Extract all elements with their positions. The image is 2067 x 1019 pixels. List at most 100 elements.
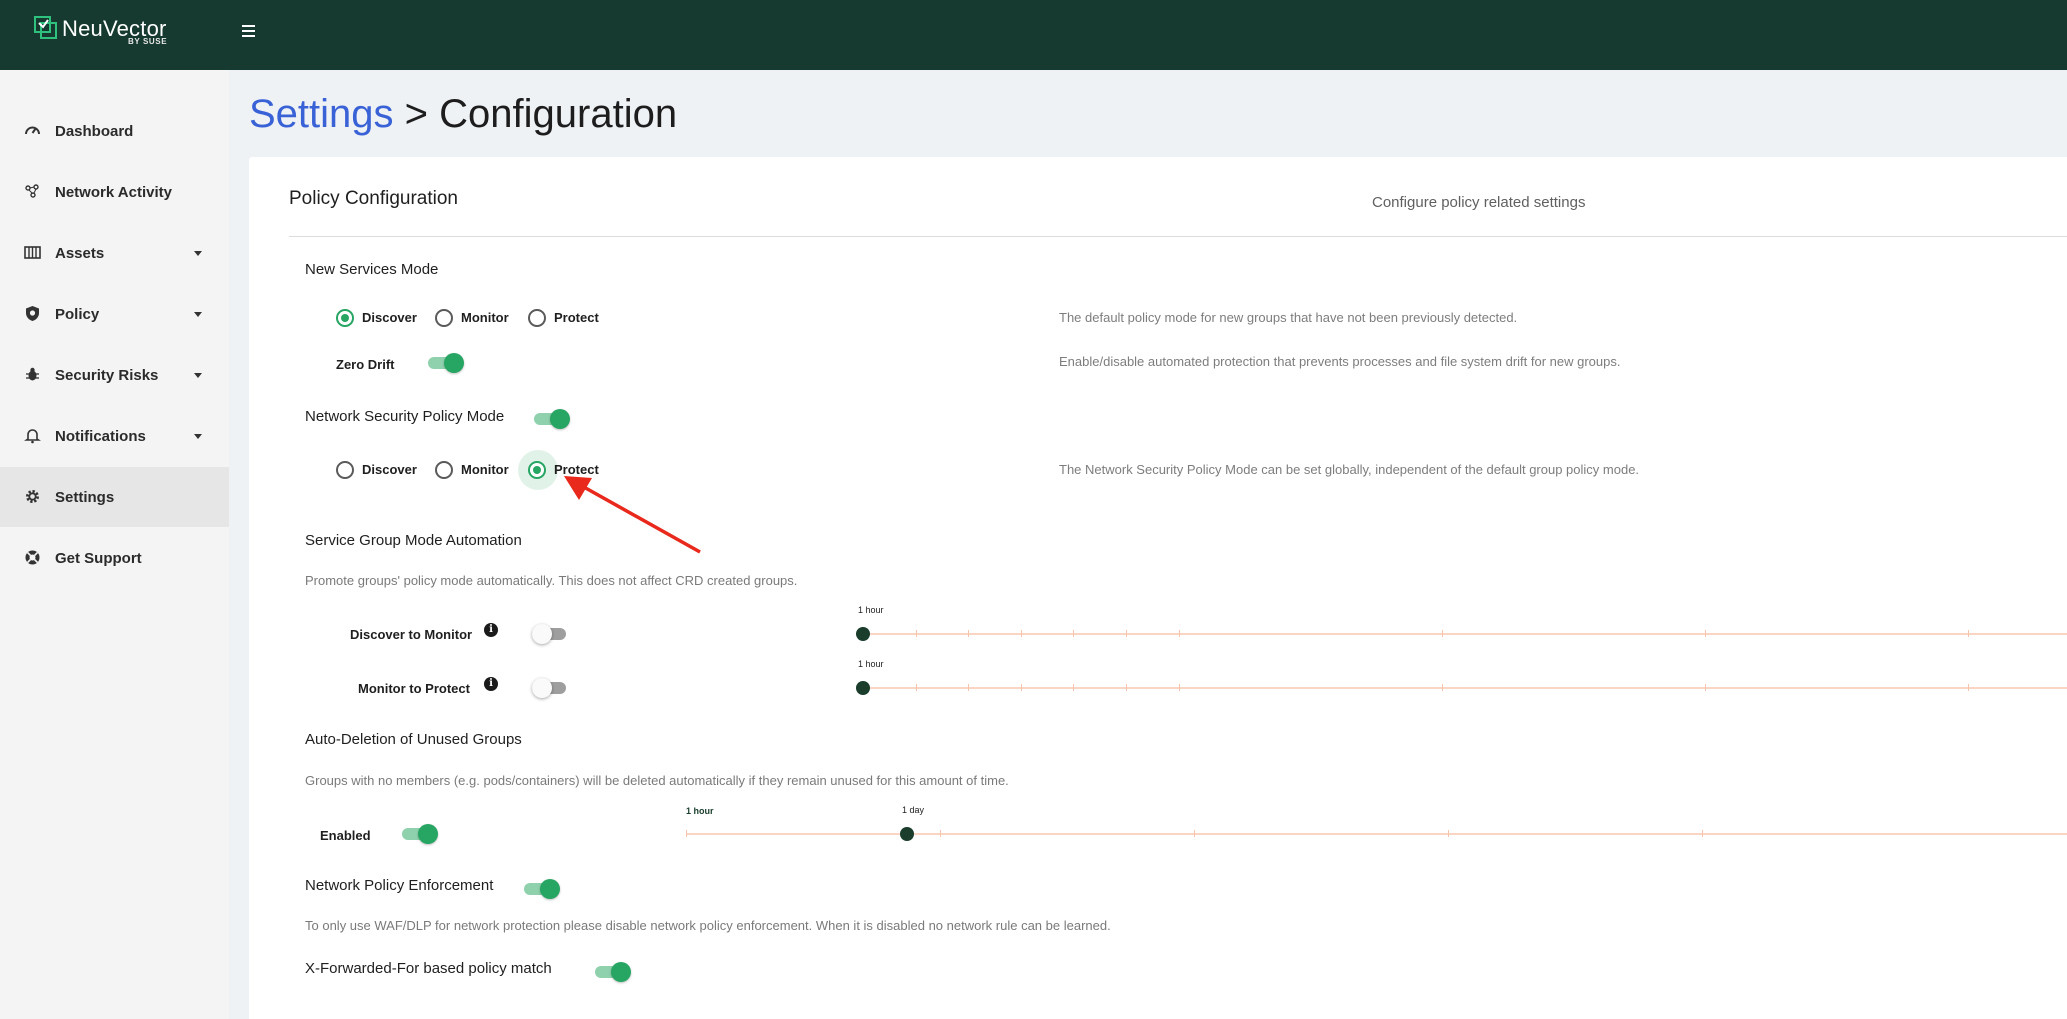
card-title: Policy Configuration xyxy=(289,188,458,209)
slider-tick xyxy=(1448,830,1449,837)
sidebar-item-label: Dashboard xyxy=(55,123,134,140)
auto-deletion-slider[interactable]: 1 hour 1 day xyxy=(686,805,2067,846)
chevron-down-icon xyxy=(194,373,202,378)
radio-circle xyxy=(336,461,354,479)
sidebar-item-label: Assets xyxy=(55,245,105,262)
policy-configuration-card: Policy Configuration Configure policy re… xyxy=(249,157,2067,1019)
slider-tick xyxy=(1702,830,1703,837)
dashboard-gauge-icon xyxy=(25,126,40,135)
page-heading: Configuration xyxy=(439,92,678,136)
new-services-mode-protect-radio[interactable]: Protect xyxy=(528,307,618,329)
network-policy-enforcement-title: Network Policy Enforcement xyxy=(305,877,494,894)
slider-value-label: 1 day xyxy=(901,805,924,815)
network-security-policy-mode-description: The Network Security Policy Mode can be … xyxy=(1059,462,1640,477)
monitor-to-protect-slider[interactable]: 1 hour xyxy=(856,659,2067,700)
slider-tick xyxy=(1441,684,1443,691)
slider-thumb[interactable] xyxy=(856,627,870,641)
monitor-to-protect-toggle[interactable] xyxy=(532,678,568,698)
divider xyxy=(289,236,2067,237)
slider-rail xyxy=(686,833,2067,835)
bell-icon xyxy=(24,429,41,444)
slider-tick xyxy=(1178,630,1180,637)
sidebar-item-assets[interactable]: Assets xyxy=(0,223,229,283)
radio-circle xyxy=(435,461,453,479)
slider-tick xyxy=(1020,630,1022,637)
slider-tick xyxy=(968,630,970,637)
zero-drift-description: Enable/disable automated protection that… xyxy=(1059,354,1621,369)
sidebar-item-label: Notifications xyxy=(55,428,146,445)
auto-deletion-toggle[interactable] xyxy=(402,824,438,844)
sidebar-item-label: Network Activity xyxy=(55,184,172,201)
slider-thumb[interactable] xyxy=(899,827,914,841)
slider-tick xyxy=(1704,684,1706,691)
slider-min-label: 1 hour xyxy=(686,806,714,816)
auto-deletion-enabled-label: Enabled xyxy=(320,828,371,843)
network-policy-mode-monitor-radio[interactable]: Monitor xyxy=(435,459,525,481)
bug-icon xyxy=(26,367,39,381)
sidebar-item-network-activity[interactable]: Network Activity xyxy=(0,162,229,222)
radio-label: Discover xyxy=(362,310,417,325)
x-forwarded-for-toggle[interactable] xyxy=(595,962,631,982)
new-services-mode-discover-radio[interactable]: Discover xyxy=(336,307,426,329)
chevron-down-icon xyxy=(194,434,202,439)
new-services-mode-monitor-radio[interactable]: Monitor xyxy=(435,307,525,329)
slider-rail xyxy=(863,633,2067,635)
slider-tick xyxy=(1126,630,1127,637)
slider-tick xyxy=(1704,630,1706,637)
toggle-knob xyxy=(532,624,552,644)
info-icon[interactable]: i xyxy=(484,623,498,637)
sidebar-item-security-risks[interactable]: Security Risks xyxy=(0,345,229,405)
shield-icon xyxy=(26,306,39,321)
chevron-down-icon xyxy=(194,251,202,256)
radio-label: Monitor xyxy=(461,310,509,325)
radio-label: Monitor xyxy=(461,462,509,477)
network-policy-mode-discover-radio[interactable]: Discover xyxy=(336,459,426,481)
slider-tick xyxy=(968,684,970,691)
toggle-knob xyxy=(540,879,560,899)
assets-icon xyxy=(24,246,41,259)
toggle-knob xyxy=(418,824,438,844)
slider-tick xyxy=(1073,684,1075,691)
toggle-knob xyxy=(532,678,552,698)
sidebar-item-label: Security Risks xyxy=(55,367,159,384)
slider-value-label: 1 hour xyxy=(858,659,884,669)
discover-to-monitor-slider[interactable]: 1 hour xyxy=(856,605,2067,646)
sidebar-item-policy[interactable]: Policy xyxy=(0,284,229,344)
menu-toggle-icon[interactable] xyxy=(242,25,258,39)
zero-drift-toggle[interactable] xyxy=(428,353,464,373)
radio-circle xyxy=(528,309,546,327)
page-title: Settings > Configuration xyxy=(249,92,677,137)
slider-tick xyxy=(1194,830,1195,837)
slider-tick xyxy=(915,684,917,691)
sidebar-item-settings[interactable]: Settings xyxy=(0,467,229,527)
network-policy-enforcement-help: To only use WAF/DLP for network protecti… xyxy=(305,918,1111,933)
x-forwarded-for-title: X-Forwarded-For based policy match xyxy=(305,960,552,977)
sidebar-item-dashboard[interactable]: Dashboard xyxy=(0,101,229,161)
network-policy-enforcement-toggle[interactable] xyxy=(524,879,560,899)
breadcrumb-settings-link[interactable]: Settings xyxy=(249,92,394,136)
radio-circle xyxy=(435,309,453,327)
sidebar-item-notifications[interactable]: Notifications xyxy=(0,406,229,466)
brand-subtitle: BY SUSE xyxy=(128,37,168,46)
neuvector-logo[interactable]: NeuVector BY SUSE xyxy=(34,14,184,54)
monitor-to-protect-label: Monitor to Protect xyxy=(358,681,470,696)
slider-tick xyxy=(1967,630,1969,637)
slider-value-label: 1 hour xyxy=(858,605,884,615)
discover-to-monitor-toggle[interactable] xyxy=(532,624,568,644)
annotation-arrow-icon xyxy=(564,476,701,554)
network-security-policy-mode-toggle[interactable] xyxy=(534,409,570,429)
zero-drift-label: Zero Drift xyxy=(336,357,395,372)
gear-icon xyxy=(26,490,39,503)
service-group-mode-automation-help: Promote groups' policy mode automaticall… xyxy=(305,573,798,588)
card-description: Configure policy related settings xyxy=(1372,194,1586,211)
slider-tick xyxy=(1126,684,1127,691)
service-group-mode-automation-title: Service Group Mode Automation xyxy=(305,532,522,549)
radio-circle xyxy=(336,309,354,327)
sidebar-item-get-support[interactable]: Get Support xyxy=(0,528,229,588)
neuvector-logo-icon xyxy=(34,16,57,39)
slider-tick xyxy=(940,830,941,837)
toggle-knob xyxy=(444,353,464,373)
info-icon[interactable]: i xyxy=(484,677,498,691)
sidebar-item-label: Policy xyxy=(55,306,100,323)
slider-thumb[interactable] xyxy=(856,681,870,695)
